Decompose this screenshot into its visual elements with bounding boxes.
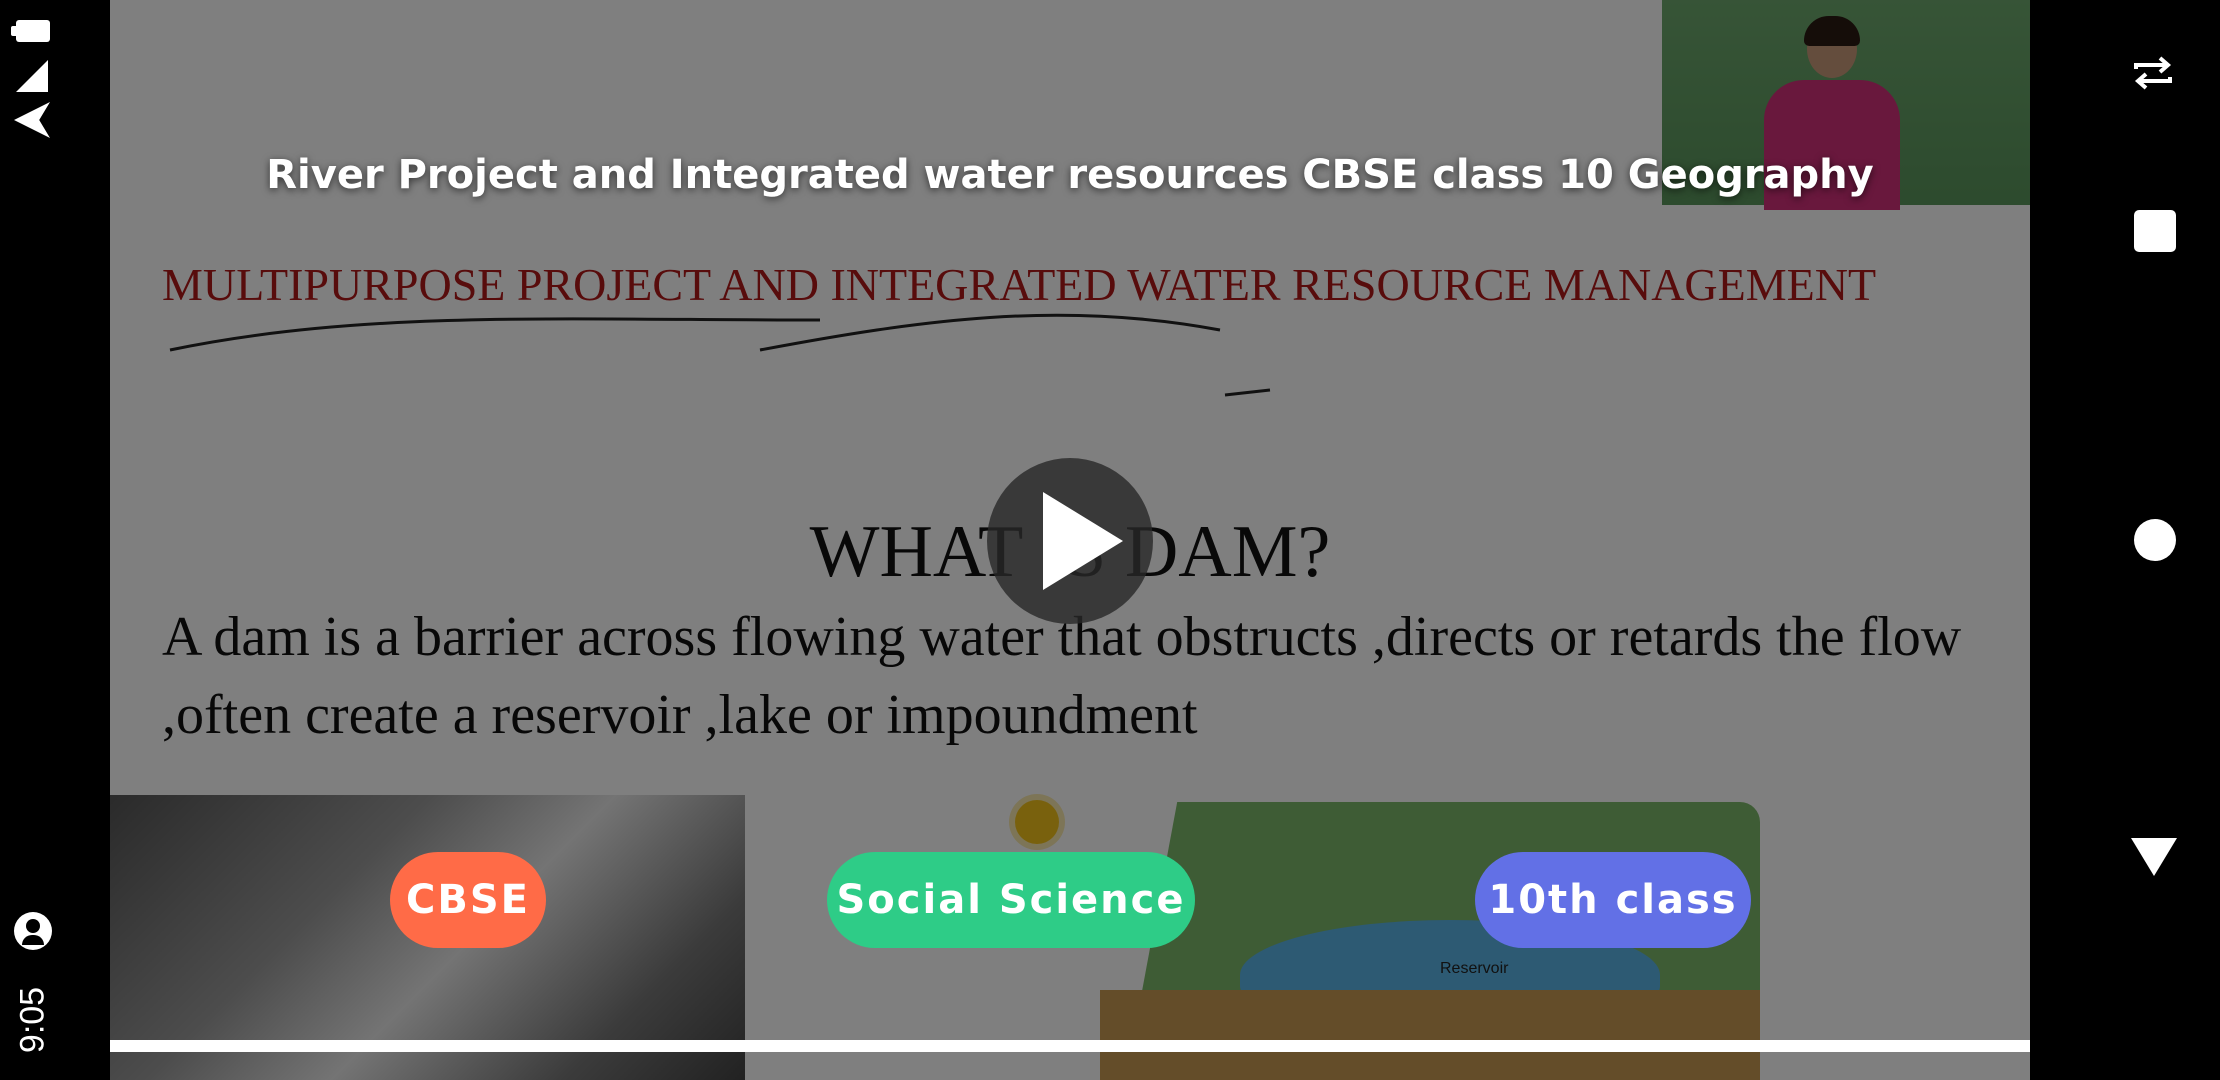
play-button[interactable] <box>987 458 1153 624</box>
video-title: River Project and Integrated water resou… <box>266 152 1874 198</box>
wifi-icon <box>14 102 50 138</box>
account-icon <box>14 912 52 950</box>
video-player[interactable]: MULTIPURPOSE PROJECT AND INTEGRATED WATE… <box>110 0 2030 1080</box>
rotate-icon[interactable] <box>2130 55 2176 91</box>
back-triangle-icon[interactable] <box>2131 838 2177 876</box>
tag-social-science[interactable]: Social Science <box>827 852 1195 948</box>
tag-10th-class[interactable]: 10th class <box>1475 852 1751 948</box>
signal-icon <box>16 60 48 92</box>
progress-bar[interactable] <box>110 1040 2030 1052</box>
battery-icon <box>11 20 50 42</box>
play-icon <box>1043 492 1123 590</box>
home-circle-icon[interactable] <box>2134 519 2176 561</box>
status-time: 9:05 <box>13 986 52 1054</box>
square-icon[interactable] <box>2134 210 2176 252</box>
tag-cbse[interactable]: CBSE <box>390 852 546 948</box>
status-bar: 9:05 <box>0 0 110 1080</box>
navigation-bar <box>2030 0 2220 1080</box>
